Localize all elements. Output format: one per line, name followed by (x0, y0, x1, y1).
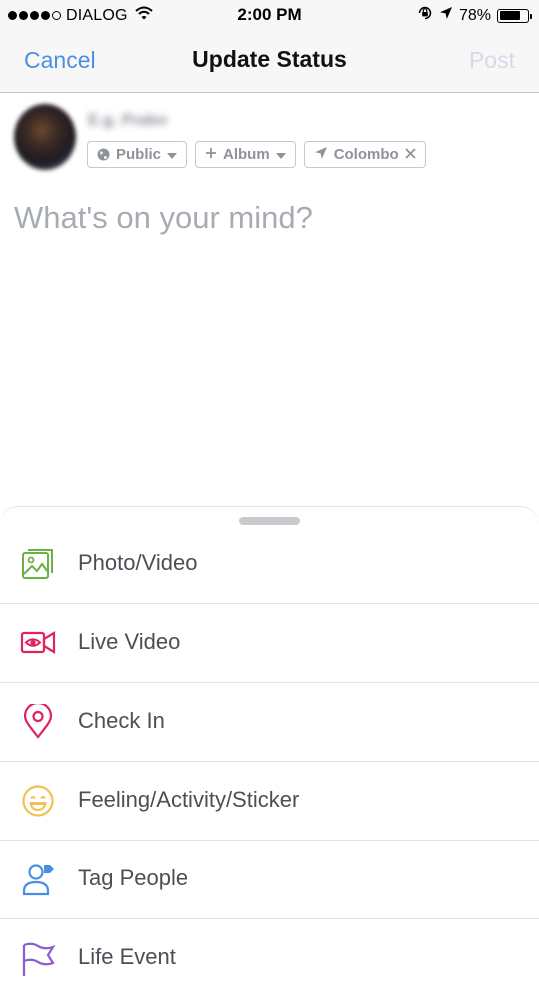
action-label: Life Event (78, 944, 176, 969)
battery-level (499, 11, 521, 20)
remove-location-icon[interactable] (405, 146, 416, 163)
check-in-action[interactable]: Check In (0, 683, 539, 762)
action-label: Tag People (78, 865, 189, 890)
status-bar: DIALOG 2:00 PM 78% (0, 0, 539, 30)
live-video-action[interactable]: Live Video (0, 604, 539, 683)
post-options: Public Album Colombo (87, 141, 426, 168)
action-label: Live Video (78, 629, 181, 654)
album-label: Album (223, 146, 270, 163)
composer-actions-sheet: Photo/Video Live Video Check In Feeling/… (0, 506, 539, 976)
action-label: Check In (78, 708, 165, 733)
status-bar-right: 78% (417, 5, 532, 26)
sheet-grabber[interactable] (239, 517, 300, 525)
album-selector[interactable]: Album (195, 141, 296, 168)
life-event-action[interactable]: Life Event (0, 919, 539, 997)
flag-icon (20, 940, 56, 976)
battery-percent: 78% (458, 6, 491, 24)
battery-icon (497, 8, 532, 23)
feeling-activity-action[interactable]: Feeling/Activity/Sticker (0, 762, 539, 841)
chevron-down-icon (167, 146, 178, 163)
tag-people-icon (20, 861, 56, 897)
audience-selector[interactable]: Public (87, 141, 188, 168)
location-chip[interactable]: Colombo (303, 141, 426, 168)
action-label: Photo/Video (78, 550, 198, 575)
chevron-down-icon (275, 146, 286, 163)
photo-icon (20, 546, 56, 582)
smiley-icon (20, 783, 56, 819)
location-pin-icon (20, 701, 56, 740)
audience-label: Public (116, 146, 162, 163)
user-name: E.g. Prabo (88, 112, 168, 129)
status-input[interactable]: What's on your mind? (14, 200, 313, 236)
live-video-icon (20, 625, 56, 661)
action-label: Feeling/Activity/Sticker (78, 787, 300, 812)
page-title: Update Status (192, 46, 347, 72)
avatar (14, 104, 76, 170)
navigation-bar: Cancel Update Status Post (0, 30, 539, 93)
location-arrow-icon (314, 146, 328, 164)
location-services-icon (439, 6, 453, 25)
photo-video-action[interactable]: Photo/Video (0, 525, 539, 604)
location-label: Colombo (333, 146, 399, 163)
tag-people-action[interactable]: Tag People (0, 840, 539, 919)
plus-icon (205, 146, 217, 163)
globe-icon (97, 148, 110, 161)
post-button[interactable]: Post (469, 47, 515, 74)
orientation-lock-icon (417, 5, 433, 26)
